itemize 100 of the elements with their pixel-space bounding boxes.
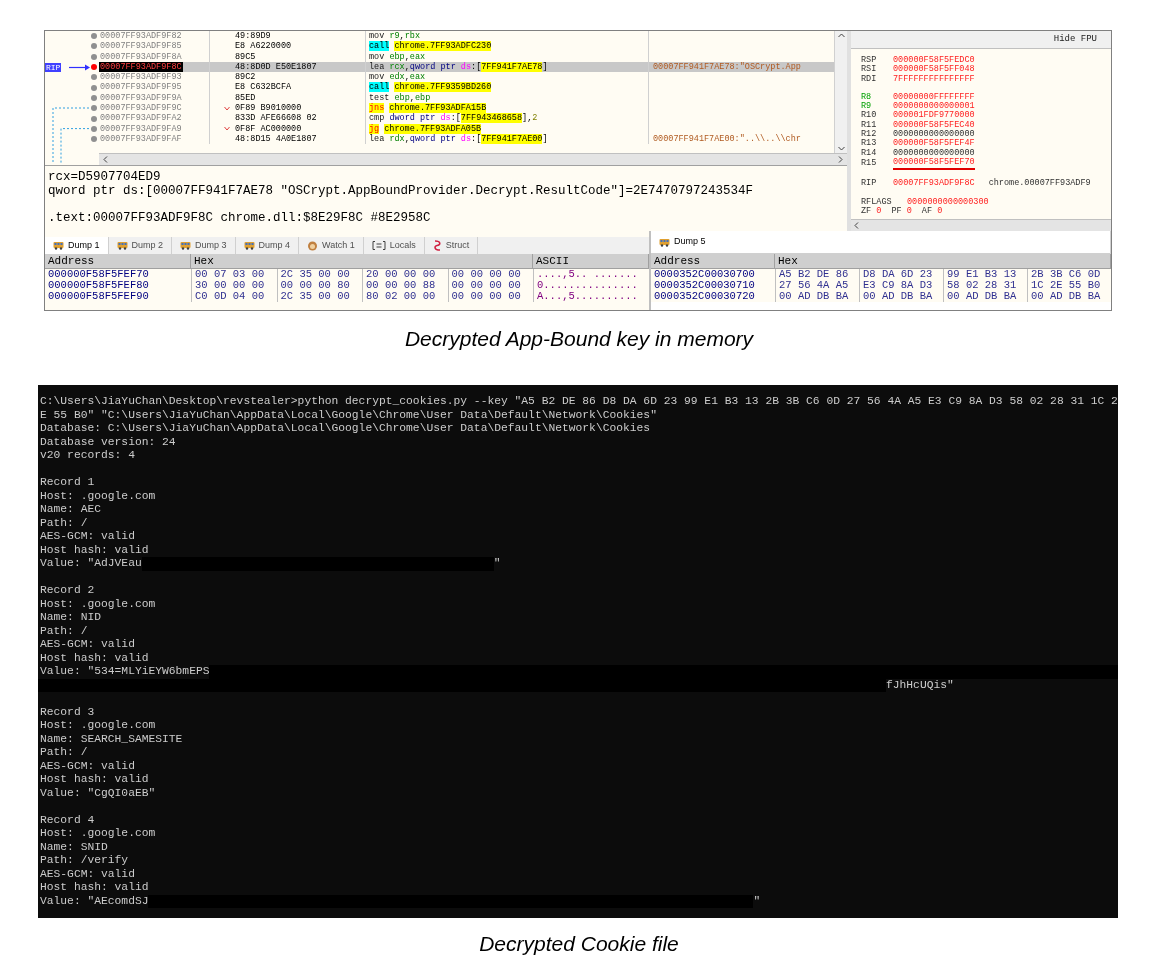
register-name: R15	[861, 159, 878, 169]
register-value[interactable]: 000000F58F5FF048	[893, 65, 975, 75]
terminal-line: E 55 B0" "C:\Users\JiaYuChan\AppData\Local\Google\Chrome\User Data\Default\Network\Cookies"	[40, 408, 657, 422]
horizontal-scrollbar[interactable]	[99, 153, 847, 165]
column-header[interactable]: Hex	[191, 254, 533, 268]
arrow-icon	[69, 63, 91, 71]
terminal-line: AES-GCM: valid	[40, 759, 135, 773]
hex-bytes: 00 00 00 80	[280, 279, 350, 291]
address-text: 00007FF93ADF9F82	[99, 31, 183, 41]
brackets-icon	[371, 241, 386, 250]
disassembly-row[interactable]: 00007FF93ADF9F9C 0F89 B9010000 jns chrome.7FF93ADFA15B	[99, 103, 834, 114]
register-name: RIP	[861, 179, 878, 189]
register-value[interactable]: 000000F58F5FEC40	[893, 120, 975, 131]
register-value[interactable]: 000000F58F5FEDC0	[893, 56, 975, 66]
hex-bytes: 80 02 00 00	[366, 290, 436, 302]
vertical-scrollbar[interactable]	[834, 31, 847, 153]
instruction-text: lea rcx,qword ptr ds:[7FF941F7AE78]	[369, 61, 548, 72]
terminal-line: Host: .google.com	[40, 597, 156, 611]
instruction-text: test ebp,ebp	[369, 92, 431, 103]
disassembly-row[interactable]: 00007FF93ADF9F95 E8 C632BCFA call chrome.7FF9359BD260	[99, 82, 834, 93]
register-value[interactable]: 0000000000000000	[893, 148, 975, 158]
terminal-line: Record 1	[40, 476, 95, 490]
bus-icon	[243, 241, 255, 250]
address-text: 0000352C00030720	[654, 290, 755, 302]
terminal-line: AES-GCM: valid	[40, 638, 135, 652]
hex-bytes: 00 AD DB BA	[779, 290, 849, 302]
dump-tab[interactable]: Dump 1	[45, 237, 109, 254]
hex-bytes: 58 02 28 31	[947, 279, 1017, 291]
hex-bytes: 00 00 00 00	[451, 268, 521, 280]
instruction-text: jns chrome.7FF93ADFA15B	[369, 103, 487, 114]
chevron-down-icon[interactable]	[837, 146, 845, 151]
hex-bytes: 00 00 00 00	[451, 279, 521, 291]
register-value[interactable]: 00000000FFFFFFFF	[893, 92, 975, 103]
hex-bytes: 00 00 00 88	[366, 279, 436, 291]
disassembly-row[interactable]: 00007FF93ADF9F85 E8 A6220000 call chrome.7FF93ADFC230	[99, 41, 834, 52]
terminal-line: Value: "534=MLYiEYW6bmEPS	[40, 665, 210, 679]
address-text: 00007FF93ADF9FA2	[99, 113, 183, 124]
disassembly-row[interactable]: 00007FF93ADF9FAF 48:8D15 4A0E1807 lea rdx,qword ptr ds:[7FF941F7AE00] 00007FF941F7AE00:"..\\..\\chr	[99, 133, 834, 145]
column-header[interactable]: Address	[651, 254, 775, 268]
terminal-line: Path: /	[40, 624, 88, 638]
register-name: R13	[861, 139, 878, 149]
address-text: 00007FF93ADF9F9C	[99, 103, 183, 114]
hex-bytes: 00 AD DB BA	[1031, 290, 1101, 302]
register-name: R10	[861, 111, 878, 121]
register-value[interactable]: 000000F58F5FEF70	[893, 157, 975, 171]
column-header[interactable]: Hex	[775, 254, 1111, 268]
register-value[interactable]: 0000000000000000	[893, 130, 975, 140]
dump-tab[interactable]: Dump 5	[651, 231, 1111, 254]
terminal-line: Name: NID	[40, 611, 101, 625]
terminal-line: Value: "AEcomdSJ	[40, 894, 149, 908]
disassembly-row[interactable]: 00007FF93ADF9FA9 0F8F AC000000 jg chrome.7FF93ADFA05B	[99, 123, 834, 134]
register-value[interactable]: 000000F58F5FEF4F	[893, 139, 975, 149]
hex-bytes: D8 DA 6D 23	[863, 268, 933, 280]
column-header[interactable]: Address	[45, 254, 191, 268]
register-name: RSP	[861, 56, 878, 65]
register-value[interactable]: 0000000000000001	[893, 102, 975, 112]
address-text: 00007FF93ADF9F85	[99, 41, 183, 52]
address-text: 00007FF93ADF9F93	[99, 72, 183, 83]
register-value[interactable]: 00007FF93ADF9F8C	[893, 179, 975, 189]
hex-bytes: 20 00 00 00	[366, 268, 436, 280]
disassembly-row[interactable]: 00007FF93ADF9F8C 48:8D0D E50E1807 lea rcx,qword ptr ds:[7FF941F7AE78] 00007FF941F7AE78:"OSCrypt.App	[99, 61, 834, 73]
terminal-line: "	[753, 894, 761, 908]
hex-bytes: 99 E1 B3 13	[947, 268, 1017, 280]
terminal-line: Host hash: valid	[40, 543, 149, 557]
address-text: 00007FF93ADF9F8C	[99, 61, 183, 72]
horizontal-scrollbar[interactable]	[851, 219, 1111, 231]
info-line: .text:00007FF93ADF9F8C chrome.dll:$8E29F8C #8E2958C	[48, 211, 432, 225]
opcode-bytes: 85ED	[235, 92, 256, 104]
disassembly-row[interactable]: 00007FF93ADF9F8A 89C5 mov ebp,eax	[99, 51, 834, 62]
terminal-line: Path: /verify	[40, 854, 129, 868]
terminal-line: Path: /	[40, 516, 88, 530]
comment-text: 00007FF941F7AE00:"..\\..\\chr	[653, 133, 801, 144]
hide-fpu-button[interactable]: Hide FPU	[1053, 32, 1097, 47]
flag-text: AF 0	[921, 206, 943, 217]
register-name: R9	[861, 102, 872, 112]
comment-text: 00007FF941F7AE78:"OSCrypt.App	[653, 61, 801, 72]
register-value[interactable]: 000001FDF9770000	[893, 111, 975, 121]
disassembly-row[interactable]: 00007FF93ADF9FA2 833D AFE66608 02 cmp dword ptr ds:[7FF943468658],2	[99, 113, 834, 124]
bus-icon	[659, 237, 670, 247]
hex-bytes: 00 AD DB BA	[863, 290, 933, 302]
opcode-bytes: 89C2	[235, 72, 256, 83]
instruction-text: mov edx,eax	[369, 72, 426, 83]
hex-bytes: 30 00 00 00	[195, 279, 265, 291]
terminal-line: Value: "CgQI0aEB"	[40, 786, 156, 800]
register-value[interactable]: 7FFFFFFFFFFFFFFF	[893, 74, 975, 84]
terminal-line: Name: SNID	[40, 840, 108, 854]
hex-bytes: 2B 3B C6 0D	[1031, 268, 1101, 280]
opcode-bytes: 0F8F AC000000	[235, 123, 302, 134]
chevron-up-icon[interactable]	[837, 33, 845, 38]
address-text: 00007FF93ADF9F95	[99, 82, 183, 93]
chevron-right-icon[interactable]	[838, 156, 843, 163]
bus-icon	[116, 241, 128, 250]
register-value[interactable]: 0000000000000300	[907, 197, 989, 207]
terminal-line: Database: C:\Users\JiaYuChan\AppData\Local\Google\Chrome\User Data\Default\Network\Cookies	[40, 422, 651, 436]
figure-caption: Decrypted Cookie file	[479, 931, 679, 958]
address-text: 000000F58F5FEF90	[48, 290, 149, 302]
chevron-left-icon[interactable]	[103, 156, 108, 163]
chevron-left-icon[interactable]	[854, 222, 859, 229]
hex-bytes: 1C 2E 55 B0	[1031, 279, 1101, 291]
register-name: R14	[861, 148, 878, 158]
